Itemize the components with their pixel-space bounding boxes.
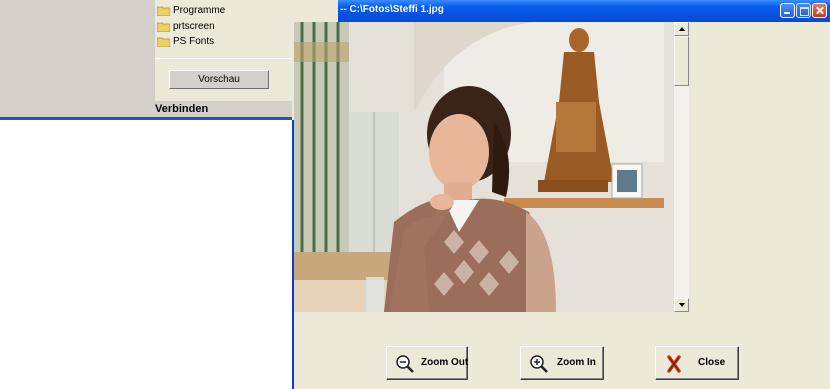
folder-item-label: prtscreen [173,21,215,32]
folder-item-prtscreen[interactable]: prtscreen [157,20,215,34]
window-title: -- C:\Fotos\Steffi 1.jpg [340,4,444,15]
folder-icon [157,22,170,32]
scroll-down-button[interactable] [674,298,689,312]
folder-item-programme[interactable]: Programme [157,4,226,18]
folder-icon [157,6,170,16]
folder-item-label: Programme [173,5,226,16]
zoom-in-label: Zoom In [557,357,596,368]
scrollbar-thumb[interactable] [674,36,689,86]
viewer-titlebar[interactable]: -- C:\Fotos\Steffi 1.jpg [338,0,830,22]
arrow-down-icon [679,303,685,307]
arrow-up-icon [679,27,685,31]
background-window-panel [0,0,155,118]
preview-button[interactable]: Vorschau [169,70,269,89]
zoom-in-icon [530,355,548,373]
close-label: Close [698,357,726,368]
scroll-up-button[interactable] [674,22,689,36]
maximize-button[interactable] [796,3,811,18]
minimize-button[interactable] [780,3,795,18]
close-button[interactable]: Close [655,346,739,380]
folder-item-ps-fonts[interactable]: PS Fonts [157,35,215,49]
photo-view[interactable] [294,22,674,312]
close-x-icon [667,355,681,373]
photo-image [294,22,674,312]
vertical-scrollbar[interactable] [674,22,689,312]
folder-item-label: PS Fonts [173,36,215,47]
zoom-in-button[interactable]: Zoom In [520,346,604,380]
zoom-out-icon [396,355,414,373]
zoom-out-button[interactable]: Zoom Out [386,346,468,380]
zoom-out-label: Zoom Out [421,357,469,368]
folder-icon [157,37,170,47]
close-window-button[interactable] [812,3,827,18]
window-border [0,117,338,120]
